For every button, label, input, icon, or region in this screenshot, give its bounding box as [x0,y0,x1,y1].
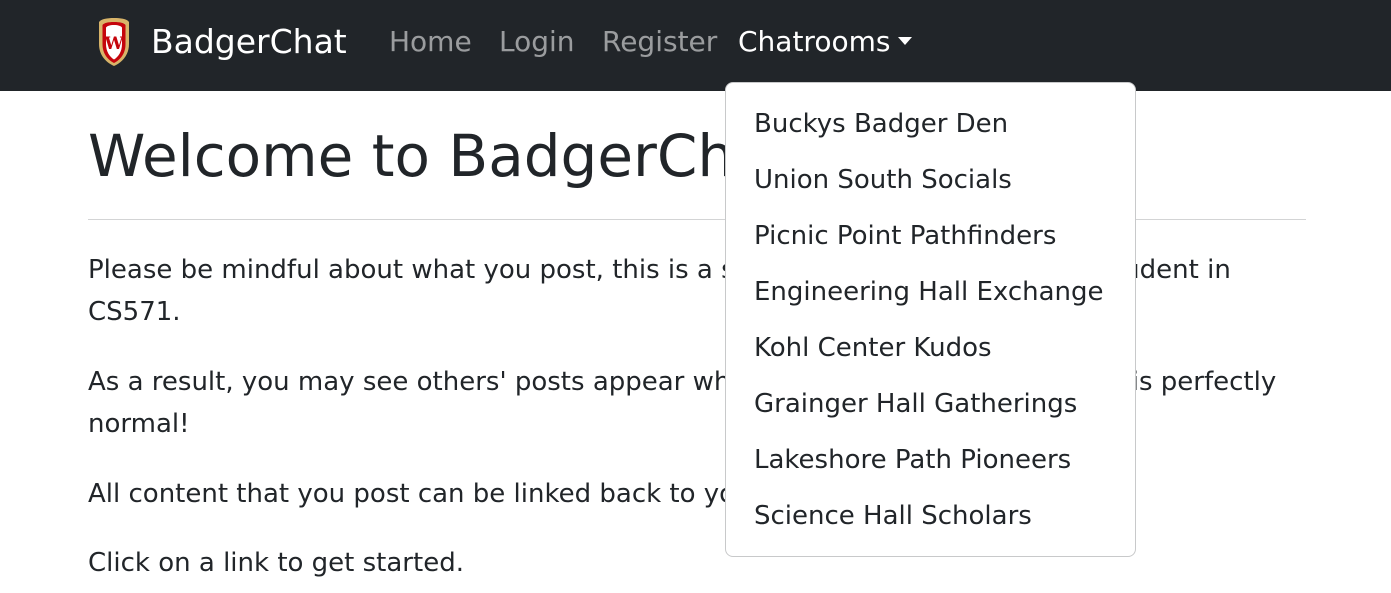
dropdown-item-grainger-hall-gatherings[interactable]: Grainger Hall Gatherings [754,382,1077,426]
chatrooms-label: Chatrooms [738,25,891,58]
dropdown-item-lakeshore-path-pioneers[interactable]: Lakeshore Path Pioneers [754,438,1071,482]
nav-link-login[interactable]: Login [499,22,575,62]
navbar: W BadgerChat Home Login Register Chatroo… [0,0,1391,91]
chatrooms-dropdown-toggle[interactable]: Chatrooms [738,22,913,62]
brand-name[interactable]: BadgerChat [151,20,347,64]
dropdown-item-union-south-socials[interactable]: Union South Socials [754,158,1012,202]
dropdown-item-science-hall-scholars[interactable]: Science Hall Scholars [754,494,1032,538]
page-title: Welcome to BadgerChat! [88,122,816,190]
caret-down-icon [898,37,913,45]
uw-crest-icon[interactable]: W [95,16,133,68]
nav-link-register[interactable]: Register [602,22,717,62]
dropdown-item-kohl-center-kudos[interactable]: Kohl Center Kudos [754,326,992,370]
nav-link-home[interactable]: Home [389,22,472,62]
dropdown-item-buckys-badger-den[interactable]: Buckys Badger Den [754,102,1008,146]
chatrooms-dropdown-menu: Buckys Badger Den Union South Socials Pi… [725,82,1136,557]
dropdown-item-engineering-hall-exchange[interactable]: Engineering Hall Exchange [754,270,1104,314]
crest-letter: W [103,34,124,54]
dropdown-item-picnic-point-pathfinders[interactable]: Picnic Point Pathfinders [754,214,1056,258]
